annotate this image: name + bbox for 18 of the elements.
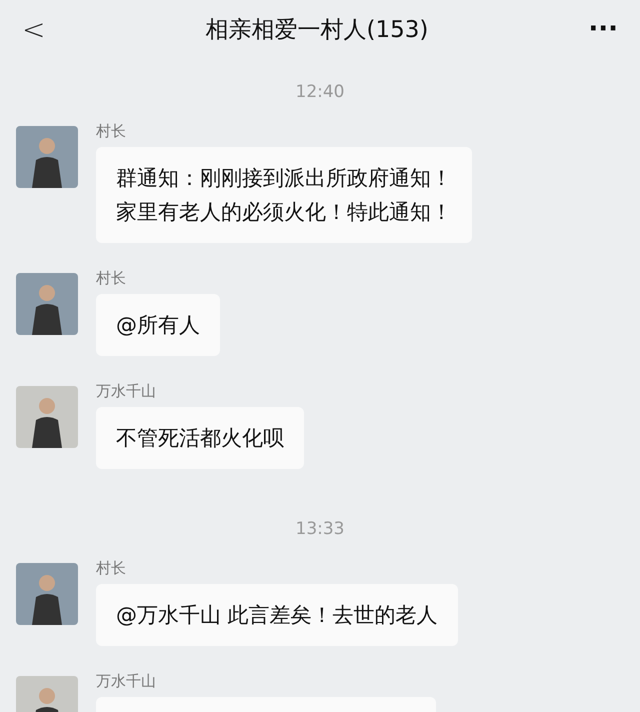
avatar-photo[interactable]	[16, 386, 78, 448]
timestamp: 12:40	[296, 82, 344, 102]
more-button[interactable]: ···	[588, 14, 618, 44]
message-bubble: 群通知：刚刚接到派出所政府通知！ 家里有老人的必须火化！特此通知！	[96, 147, 472, 243]
sender-name: 村长	[96, 269, 127, 288]
sender-name: 万水千山	[96, 382, 157, 401]
message-bubble: @所有人	[96, 294, 220, 356]
sender-name: 万水千山	[96, 672, 157, 691]
sender-name: 村长	[96, 122, 127, 141]
message-bubble: @万水千山 此言差矣！去世的老人	[96, 584, 458, 646]
timestamp: 13:33	[296, 519, 344, 539]
avatar-photo[interactable]	[16, 273, 78, 335]
message-bubble: 不管死活都火化呗	[96, 407, 304, 469]
avatar-photo[interactable]	[16, 563, 78, 625]
chat-title: 相亲相爱一村人(153)	[205, 16, 428, 44]
sender-name: 村长	[96, 559, 127, 578]
back-button[interactable]: <	[22, 12, 46, 46]
avatar-photo[interactable]	[16, 126, 78, 188]
